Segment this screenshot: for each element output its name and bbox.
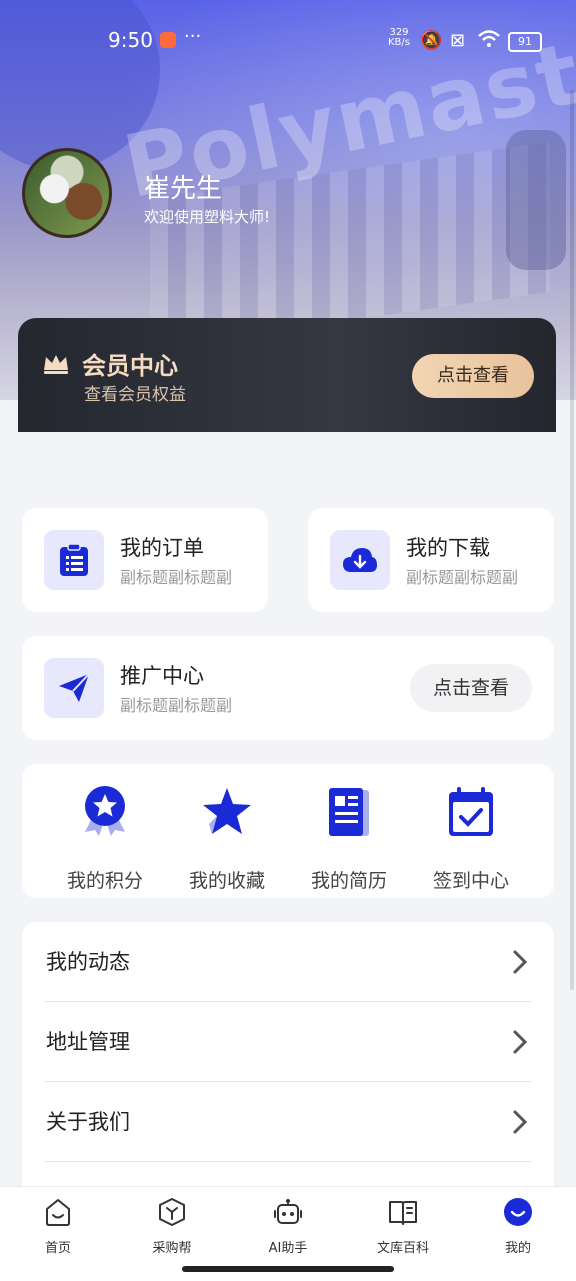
grid-item-favorites[interactable]: 我的收藏: [167, 784, 287, 893]
mute-icon: 🔕: [420, 30, 443, 51]
menu-label: 关于我们: [46, 1110, 130, 1134]
tab-label: 我的: [504, 1241, 531, 1256]
grid-label: 我的简历: [310, 870, 387, 892]
book-icon: [389, 1201, 417, 1225]
menu-item-activity[interactable]: 我的动态: [22, 922, 554, 1002]
grid-label: 我的收藏: [188, 870, 265, 892]
downloads-icon-box: [330, 530, 390, 590]
menu-label: 地址管理: [46, 1030, 130, 1054]
status-time: 9:50: [108, 28, 153, 52]
clipboard-icon: [60, 543, 88, 576]
grid-item-resume[interactable]: 我的简历: [289, 784, 409, 893]
grid-item-checkin[interactable]: 签到中心: [411, 784, 531, 893]
chevron-right-icon: [513, 1030, 528, 1054]
chevron-right-icon: [513, 950, 528, 974]
promotion-center-card[interactable]: 推广中心 副标题副标题副 点击查看: [22, 636, 554, 740]
chevron-right-icon: [513, 1110, 528, 1134]
menu-list-card: 我的动态 地址管理 关于我们: [22, 922, 554, 1202]
resume-icon: [329, 788, 369, 836]
user-name: 崔先生: [144, 174, 223, 204]
card-subtitle: 副标题副标题副: [406, 568, 519, 587]
sim-icon: ⊠: [450, 30, 466, 51]
orders-icon-box: [44, 530, 104, 590]
paper-plane-icon: [59, 673, 90, 702]
card-title: 我的订单: [120, 536, 204, 560]
crown-icon: [44, 355, 68, 374]
menu-item-address[interactable]: 地址管理: [22, 1002, 554, 1082]
banner-decoration: [506, 130, 566, 270]
tab-label: 文库百科: [376, 1241, 429, 1256]
grid-item-points[interactable]: 我的积分: [45, 784, 165, 893]
member-view-button[interactable]: 点击查看: [412, 354, 534, 398]
notification-icon: [160, 32, 176, 48]
tab-label: AI助手: [268, 1241, 308, 1256]
tab-purchase[interactable]: 采购帮: [122, 1197, 222, 1256]
tab-profile[interactable]: 我的: [468, 1197, 568, 1256]
avatar[interactable]: [22, 148, 112, 238]
promotion-view-button[interactable]: 点击查看: [410, 664, 532, 712]
member-center-card[interactable]: 会员中心 查看会员权益 点击查看: [18, 318, 556, 432]
grid-label: 签到中心: [432, 870, 509, 892]
tab-library[interactable]: 文库百科: [353, 1197, 453, 1256]
member-center-desc: 查看会员权益: [84, 385, 186, 405]
feature-grid-card: 我的积分 我的收藏 我的简历 签到中心: [22, 764, 554, 898]
status-bar: 9:50 ··· 329 KB/s 🔕 ⊠ 91: [0, 0, 576, 80]
tab-ai-assistant[interactable]: AI助手: [238, 1197, 338, 1256]
tab-label: 首页: [44, 1241, 71, 1256]
promotion-icon-box: [44, 658, 104, 718]
my-downloads-card[interactable]: 我的下载 副标题副标题副: [308, 508, 554, 612]
box-icon: [159, 1198, 185, 1226]
grid-label: 我的积分: [66, 870, 143, 892]
tab-label: 采购帮: [152, 1241, 192, 1256]
network-speed: 329 KB/s: [388, 27, 410, 48]
profile-icon: [504, 1198, 532, 1226]
card-subtitle: 副标题副标题副: [120, 696, 233, 715]
card-title: 我的下载: [406, 536, 490, 560]
cloud-download-icon: [343, 548, 377, 572]
tab-home[interactable]: 首页: [8, 1197, 108, 1256]
my-orders-card[interactable]: 我的订单 副标题副标题副: [22, 508, 268, 612]
member-center-title: 会员中心: [82, 352, 178, 380]
scrollbar[interactable]: [570, 90, 574, 990]
divider: [44, 1161, 532, 1162]
home-indicator[interactable]: [182, 1266, 394, 1272]
menu-label: 我的动态: [46, 950, 130, 974]
robot-icon: [274, 1199, 302, 1224]
card-title: 推广中心: [120, 664, 204, 688]
more-notifications-icon: ···: [184, 26, 202, 47]
battery-icon: 91: [508, 32, 542, 52]
card-subtitle: 副标题副标题副: [120, 568, 233, 587]
welcome-text: 欢迎使用塑料大师!: [144, 208, 271, 226]
star-icon: [203, 788, 251, 834]
wifi-icon: [478, 30, 500, 53]
medal-icon: [85, 786, 125, 836]
menu-item-about[interactable]: 关于我们: [22, 1082, 554, 1162]
home-icon: [46, 1199, 70, 1226]
calendar-check-icon: [449, 787, 493, 836]
